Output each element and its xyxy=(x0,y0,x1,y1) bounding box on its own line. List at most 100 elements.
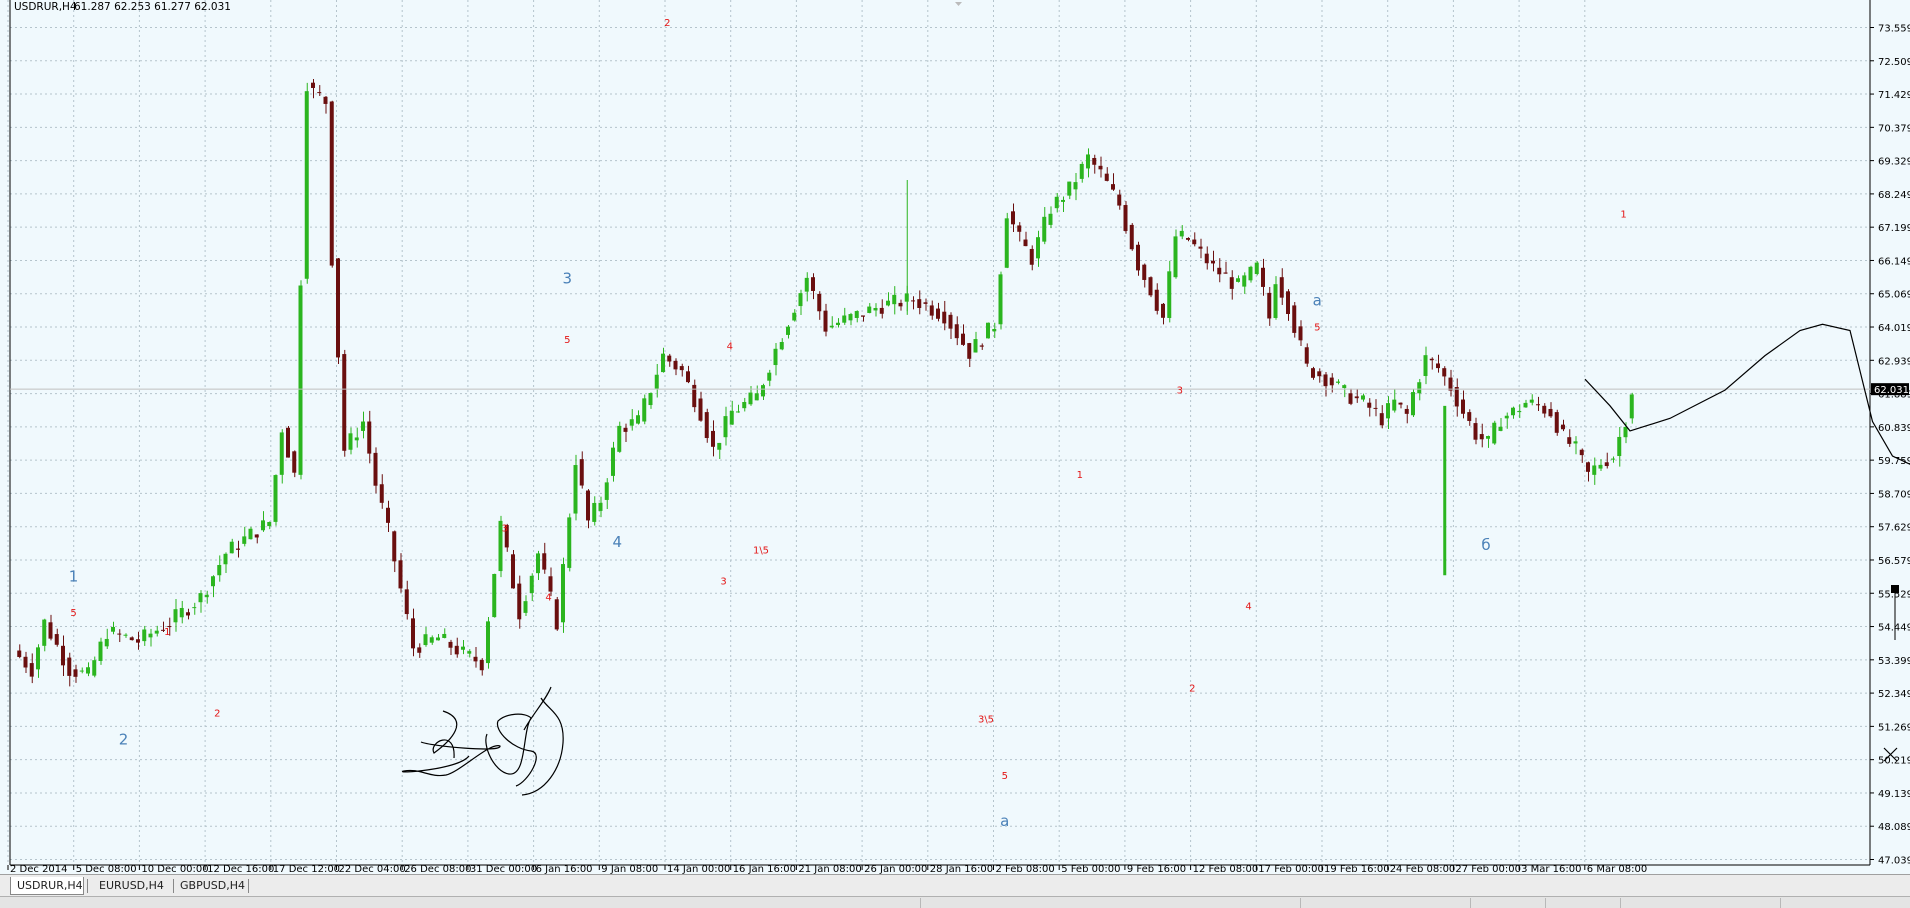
candle-bullish xyxy=(1573,441,1578,444)
candle-bullish xyxy=(123,634,128,636)
candle-bearish xyxy=(1567,437,1572,444)
candle-bullish xyxy=(1242,275,1247,287)
price-chart[interactable]: 73.559 72.509 71.429 70.379 69.329 68.249 67.1… xyxy=(0,0,1910,907)
wave-label-minor: 1 xyxy=(1620,210,1626,221)
candle-bearish xyxy=(479,659,484,671)
candle-bearish xyxy=(936,308,940,319)
y-tick-label: 52.349 xyxy=(1878,689,1910,700)
candle-bearish xyxy=(1023,239,1028,247)
candle-bearish xyxy=(1279,277,1284,298)
candle-bullish xyxy=(442,633,447,638)
candle-bullish xyxy=(1054,196,1059,209)
y-tick-label: 57.629 xyxy=(1878,523,1910,534)
wave-label-minor: 1\5 xyxy=(753,545,769,556)
candle-bullish xyxy=(848,314,853,321)
candle-bullish xyxy=(1273,284,1278,318)
last-price-label: 62.031 xyxy=(1874,385,1909,396)
wave-label-minor: 3 xyxy=(1177,385,1183,396)
candle-bullish xyxy=(267,522,272,527)
candle-bearish xyxy=(1379,413,1384,426)
candle-bearish xyxy=(1461,399,1465,414)
y-tick-label: 49.139 xyxy=(1878,789,1910,800)
candle-bearish xyxy=(861,315,865,317)
candle-bearish xyxy=(1604,462,1609,467)
candle-bullish xyxy=(998,274,1003,325)
candle-bearish xyxy=(1317,371,1322,377)
candle-bullish xyxy=(148,633,153,638)
candle-bullish xyxy=(1598,464,1603,469)
candle-bullish xyxy=(892,294,897,305)
candle-bearish xyxy=(1304,347,1309,364)
wave-label-minor: 4 xyxy=(545,592,551,603)
wave-label-minor: 2 xyxy=(1189,683,1195,694)
candle-bullish xyxy=(1036,237,1040,259)
candle-bullish xyxy=(1236,278,1240,282)
candle-bullish xyxy=(1048,213,1053,225)
candle-bearish xyxy=(329,101,334,266)
candle-bullish xyxy=(529,575,534,594)
candle-bullish xyxy=(536,553,540,574)
wave-label-minor: 2 xyxy=(214,708,220,719)
chart-marker xyxy=(1891,585,1899,593)
y-tick-label: 70.379 xyxy=(1878,123,1910,134)
tab-divider xyxy=(87,879,88,893)
candle-bearish xyxy=(1323,374,1328,387)
tab-usdrur-h4[interactable]: USDRUR,H4 xyxy=(10,877,84,895)
candle-bearish xyxy=(392,531,397,562)
candle-bearish xyxy=(961,333,965,345)
wave-label-major: a xyxy=(1313,291,1322,309)
candle-bullish xyxy=(754,393,759,401)
wave-label-minor: 1 xyxy=(1077,470,1083,481)
candle-bullish xyxy=(1248,266,1253,281)
candle-bearish xyxy=(411,618,415,649)
candle-bullish xyxy=(248,528,253,540)
candle-bearish xyxy=(1204,253,1209,264)
wave-label-major: a xyxy=(1000,812,1009,830)
candle-bullish xyxy=(629,419,634,426)
candle-bearish xyxy=(367,421,372,454)
candle-bearish xyxy=(1542,405,1547,414)
candle-bearish xyxy=(1367,402,1372,408)
candle-bullish xyxy=(348,433,353,450)
candle-bearish xyxy=(236,548,240,550)
y-tick-label: 60.839 xyxy=(1878,423,1910,434)
candle-bearish xyxy=(554,599,559,630)
candle-bullish xyxy=(211,576,215,587)
candle-bearish xyxy=(1223,272,1228,274)
candle-bearish xyxy=(667,355,672,362)
candle-bearish xyxy=(586,490,590,521)
candle-bullish xyxy=(104,638,109,647)
candle-bearish xyxy=(473,656,478,662)
candle-bullish xyxy=(761,385,765,397)
candle-bullish xyxy=(723,416,728,438)
wave-label-major: 3 xyxy=(562,269,572,287)
wave-label-minor: 5 xyxy=(1314,323,1320,334)
y-tick-label: 58.709 xyxy=(1878,489,1910,500)
y-tick-label: 69.329 xyxy=(1878,157,1910,168)
wave-label-major: 1 xyxy=(69,568,79,586)
tab-gbpusd-h4[interactable]: GBPUSD,H4 xyxy=(174,877,252,895)
candle-bearish xyxy=(117,633,122,635)
candle-bearish xyxy=(1267,292,1272,319)
y-tick-label: 64.019 xyxy=(1878,323,1910,334)
candle-bearish xyxy=(704,412,709,439)
candle-bearish xyxy=(929,305,934,316)
candle-bearish xyxy=(948,314,953,329)
candle-bullish xyxy=(717,442,722,450)
candle-bullish xyxy=(492,573,497,618)
candle-bearish xyxy=(1286,291,1290,315)
candle-bullish xyxy=(1336,381,1340,383)
candle-bullish xyxy=(748,392,753,405)
candle-bearish xyxy=(811,277,815,291)
candle-bearish xyxy=(917,299,922,308)
candle-bullish xyxy=(567,517,572,568)
candle-bullish xyxy=(1523,402,1528,408)
chart-canvas[interactable]: 73.559 72.509 71.429 70.379 69.329 68.249 67.1… xyxy=(0,0,1910,874)
tab-eurusd-h4[interactable]: EURUSD,H4 xyxy=(93,877,171,895)
candle-bullish xyxy=(223,553,228,565)
candle-bullish xyxy=(617,425,622,452)
candle-bearish xyxy=(548,576,553,592)
candle-bearish xyxy=(17,650,22,657)
candle-bullish xyxy=(592,502,597,522)
candle-bearish xyxy=(898,302,903,307)
